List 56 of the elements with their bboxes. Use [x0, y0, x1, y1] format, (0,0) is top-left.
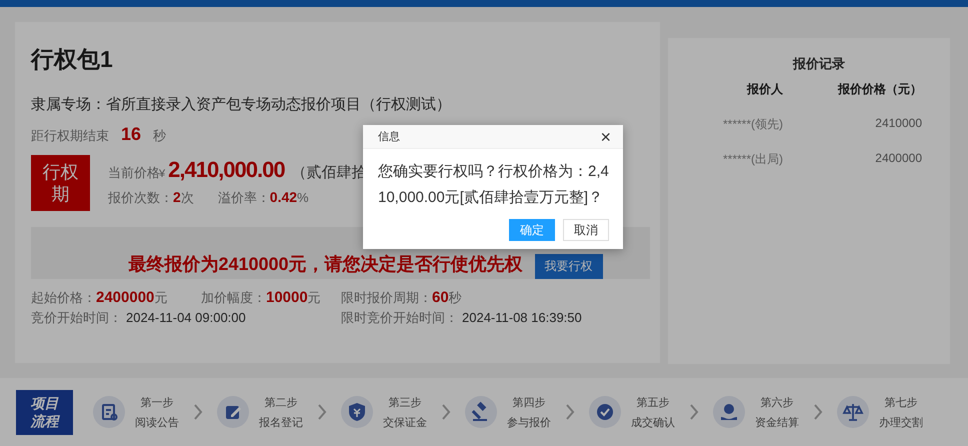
document-icon[interactable]: [93, 396, 125, 428]
step-number: 第六步: [760, 396, 794, 410]
bid-count: 报价次数：2次: [108, 189, 194, 207]
notice-text: 最终报价为2410000元，请您决定是否行使优先权: [128, 253, 523, 276]
chevron-icon: [193, 403, 203, 421]
check-icon[interactable]: [589, 396, 621, 428]
price-label: 当前价格: [108, 164, 160, 182]
currency-sign: ¥: [159, 168, 166, 180]
step-label: 办理交割: [879, 416, 923, 430]
chevron-icon: [441, 403, 451, 421]
phase-badge: 行权期: [31, 155, 90, 211]
step-label: 报名登记: [259, 416, 303, 430]
current-price: 2,410,000.00: [168, 157, 285, 183]
process-badge: 项目 流程: [16, 390, 73, 434]
session-text: 隶属专场：省所直接录入资产包专场动态报价项目（行权测试）: [31, 95, 452, 114]
price-cell-text: 2400000: [874, 151, 922, 167]
scales-icon[interactable]: [837, 396, 869, 428]
step-label: 资金结算: [755, 416, 799, 430]
close-button[interactable]: ×: [594, 128, 617, 146]
pencil-icon[interactable]: [217, 396, 249, 428]
cancel-button[interactable]: 取消: [563, 219, 609, 241]
detail-text: 竞价开始时间： 2024-11-04 09:00:00: [31, 309, 247, 327]
step-number: 第四步: [512, 396, 546, 410]
exercise-button[interactable]: 我要行权: [534, 254, 603, 278]
premium-rate: 溢价率：0.42%: [218, 189, 309, 207]
chevron-icon: [813, 403, 823, 421]
bidder-cell-text: ******(出局): [722, 151, 783, 168]
step-number: 第三步: [388, 396, 422, 410]
chevron-icon: [689, 403, 699, 421]
detail-text: 限时竞价开始时间： 2024-11-08 16:39:50: [341, 309, 583, 327]
step-number: 第五步: [636, 396, 670, 410]
detail-text: 加价幅度：10000元: [201, 289, 322, 307]
countdown-label: 距行权期结束: [31, 127, 109, 145]
chevron-icon: [317, 403, 327, 421]
detail-text: 起始价格：2400000元: [31, 289, 168, 307]
step-label: 参与报价: [507, 416, 551, 430]
column-header: 报价人: [746, 81, 783, 98]
record-title: 报价记录: [792, 55, 846, 73]
chevron-icon: [565, 403, 575, 421]
step-label: 阅读公告: [135, 416, 179, 430]
price-cell-text: 2410000: [874, 116, 922, 132]
step-number: 第二步: [264, 396, 298, 410]
step-label: 成交确认: [631, 416, 675, 430]
lot-title: 行权包1: [31, 45, 114, 74]
dialog-title: 信息: [378, 130, 400, 144]
detail-text: 限时报价周期：60秒: [341, 289, 463, 307]
column-header: 报价价格（元）: [836, 81, 922, 98]
dialog-message: 您确实要行权吗？行权价格为：2,410,000.00元[贰佰肆拾壹万元整]？: [377, 162, 610, 208]
gavel-icon[interactable]: [465, 396, 497, 428]
step-label: 交保证金: [383, 416, 427, 430]
step-number: 第一步: [140, 396, 174, 410]
countdown-unit: 秒: [153, 127, 166, 145]
bidder-cell-text: ******(领先): [722, 116, 783, 133]
countdown-value: 16: [121, 124, 142, 145]
step-number: 第七步: [884, 396, 918, 410]
shield-icon[interactable]: [341, 396, 373, 428]
